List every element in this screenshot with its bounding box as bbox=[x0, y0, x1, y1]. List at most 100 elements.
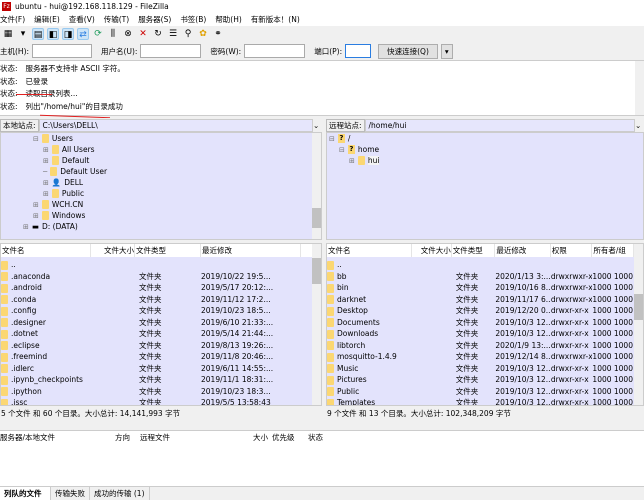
queue-header[interactable]: 优先级 bbox=[268, 431, 304, 444]
remote-list-scrollbar[interactable] bbox=[634, 244, 643, 405]
column-header[interactable]: 文件大小 bbox=[91, 244, 135, 257]
tree-node[interactable]: WCH.CN bbox=[52, 200, 83, 209]
cancel-icon[interactable]: ⊗ bbox=[122, 28, 134, 40]
column-header[interactable]: 文件类型 bbox=[135, 244, 201, 257]
file-row[interactable]: darknet 文件夹 2019/11/17 6... drwxrwxr-x 1000 … bbox=[327, 294, 634, 306]
tree-node[interactable]: Default bbox=[62, 156, 89, 165]
file-row[interactable]: bin 文件夹 2019/10/16 8... drwxrwxr-x 1000 1000 bbox=[327, 282, 634, 294]
compare-icon[interactable]: ⚲ bbox=[182, 28, 194, 40]
sync-browse-icon[interactable]: ✿ bbox=[197, 28, 209, 40]
file-row[interactable]: .ipython 文件夹 2019/10/23 18:3... bbox=[1, 386, 312, 398]
file-row[interactable]: .dotnet 文件夹 2019/5/14 21:44:... bbox=[1, 328, 312, 340]
local-tree-scrollbar[interactable] bbox=[312, 133, 321, 239]
file-row[interactable]: .idlerc 文件夹 2019/6/11 14:55:... bbox=[1, 363, 312, 375]
file-row[interactable]: Downloads 文件夹 2019/10/3 12... drwxr-xr-x 100… bbox=[327, 328, 634, 340]
local-list-scrollbar[interactable] bbox=[312, 244, 321, 405]
file-row[interactable]: .anaconda 文件夹 2019/10/22 19:5... bbox=[1, 271, 312, 283]
quickconnect-dropdown-icon[interactable]: ▾ bbox=[440, 43, 453, 59]
tree-node[interactable]: DELL bbox=[64, 178, 83, 187]
file-row[interactable]: .ipynb_checkpoints 文件夹 2019/11/1 18:31:... bbox=[1, 374, 312, 386]
cell: .anaconda bbox=[1, 271, 91, 283]
chevron-down-icon[interactable]: ⌄ bbox=[313, 121, 322, 130]
queue-header[interactable]: 方向 bbox=[100, 431, 130, 444]
password-input[interactable] bbox=[244, 44, 306, 58]
column-header[interactable]: 所有者/组 bbox=[592, 244, 634, 257]
file-row[interactable]: libtorch 文件夹 2020/1/9 13:... drwxr-xr-x 1000… bbox=[327, 340, 634, 352]
chevron-down-icon[interactable]: ⌄ bbox=[635, 121, 644, 130]
remote-path-input[interactable]: /home/hui bbox=[364, 118, 635, 132]
toggle-queue-icon[interactable]: ⇄ bbox=[77, 28, 89, 40]
tab-successful-transfers[interactable]: 成功的传输 (1) bbox=[90, 487, 150, 500]
menu-new-version[interactable]: 有新版本！(N) bbox=[251, 14, 300, 25]
file-row[interactable]: Public 文件夹 2019/10/3 12... drwxr-xr-x 1000 1… bbox=[327, 386, 634, 398]
refresh-icon[interactable]: ⟳ bbox=[92, 28, 104, 40]
cell: drwxrwxr-x bbox=[550, 352, 593, 361]
tree-node[interactable]: hui bbox=[367, 156, 380, 165]
menu-view[interactable]: 查看(V) bbox=[69, 14, 95, 25]
tree-node[interactable]: Default User bbox=[60, 167, 107, 176]
log-scrollbar[interactable] bbox=[635, 61, 644, 115]
tree-node[interactable]: / bbox=[348, 134, 351, 143]
host-input[interactable] bbox=[32, 44, 93, 58]
file-row[interactable]: Templates 文件夹 2019/10/3 12... drwxr-xr-x 100… bbox=[327, 397, 634, 405]
dropdown-icon[interactable]: ▾ bbox=[17, 28, 29, 40]
tree-node[interactable]: Public bbox=[62, 189, 84, 198]
file-row[interactable]: .. bbox=[1, 259, 312, 271]
file-row[interactable]: Documents 文件夹 2019/10/3 12... drwxr-xr-x 100… bbox=[327, 317, 634, 329]
file-row[interactable]: .jssc 文件夹 2019/5/5 13:58:43 bbox=[1, 397, 312, 405]
menu-help[interactable]: 帮助(H) bbox=[215, 14, 242, 25]
file-row[interactable]: Desktop 文件夹 2019/12/20 0... drwxr-xr-x 1000 … bbox=[327, 305, 634, 317]
menu-bookmarks[interactable]: 书签(B) bbox=[180, 14, 206, 25]
reconnect-icon[interactable]: ↻ bbox=[152, 28, 164, 40]
column-header[interactable]: 文件类型 bbox=[452, 244, 496, 257]
column-header[interactable]: 最近修改 bbox=[201, 244, 301, 257]
tree-node[interactable]: D: (DATA) bbox=[42, 222, 78, 231]
process-queue-icon[interactable]: ⫼ bbox=[107, 28, 119, 40]
file-row[interactable]: .designer 文件夹 2019/6/10 21:33:... bbox=[1, 317, 312, 329]
queue-header[interactable]: 服务器/本地文件 bbox=[0, 431, 100, 444]
remote-site-bar: 远程站点:/home/hui ⌄ bbox=[326, 118, 644, 132]
column-header[interactable]: 文件大小 bbox=[412, 244, 452, 257]
file-row[interactable]: .android 文件夹 2019/5/17 20:12:... bbox=[1, 282, 312, 294]
tab-failed-transfers[interactable]: 传输失败 bbox=[51, 487, 90, 500]
file-row[interactable]: Pictures 文件夹 2019/10/3 12... drwxr-xr-x 1000… bbox=[327, 374, 634, 386]
column-header[interactable]: 最近修改 bbox=[495, 244, 551, 257]
disconnect-icon[interactable]: ✕ bbox=[137, 28, 149, 40]
log-line: 状态: 已登录 bbox=[0, 76, 49, 86]
queue-header[interactable]: 大小 bbox=[230, 431, 268, 444]
search-icon[interactable]: ⚭ bbox=[212, 28, 224, 40]
tree-node[interactable]: Windows bbox=[52, 211, 85, 220]
queue-header[interactable]: 远程文件 bbox=[130, 431, 230, 444]
file-row[interactable]: .config 文件夹 2019/10/23 18:5... bbox=[1, 305, 312, 317]
file-row[interactable]: Music 文件夹 2019/10/3 12... drwxr-xr-x 1000 10… bbox=[327, 363, 634, 375]
quickconnect-button[interactable]: 快速连接(Q) bbox=[378, 43, 438, 59]
menu-edit[interactable]: 编辑(E) bbox=[34, 14, 60, 25]
column-header[interactable]: 文件名 bbox=[327, 244, 413, 257]
file-row[interactable]: bb 文件夹 2020/1/13 3:... drwxrwxr-x 1000 1000 bbox=[327, 271, 634, 283]
username-input[interactable] bbox=[140, 44, 202, 58]
file-row[interactable]: .conda 文件夹 2019/11/12 17:2... bbox=[1, 294, 312, 306]
menu-transfer[interactable]: 传输(T) bbox=[104, 14, 129, 25]
cell bbox=[412, 259, 452, 271]
toggle-remote-tree-icon[interactable]: ◨ bbox=[62, 28, 74, 40]
file-row[interactable]: .freemind 文件夹 2019/11/8 20:46:... bbox=[1, 351, 312, 363]
tree-node[interactable]: home bbox=[358, 145, 379, 154]
file-row[interactable]: mosquitto-1.4.9 文件夹 2019/12/14 8... drwxrwx… bbox=[327, 351, 634, 363]
file-row[interactable]: .. bbox=[327, 259, 634, 271]
tab-queued-files[interactable]: 列队的文件 bbox=[0, 487, 51, 500]
port-input[interactable] bbox=[345, 44, 372, 58]
file-row[interactable]: .eclipse 文件夹 2019/8/13 19:26:... bbox=[1, 340, 312, 352]
tree-node[interactable]: All Users bbox=[62, 145, 95, 154]
column-header[interactable]: 文件名 bbox=[1, 244, 91, 257]
menu-file[interactable]: 文件(F) bbox=[0, 14, 25, 25]
toggle-log-icon[interactable]: ▤ bbox=[32, 28, 44, 40]
local-path-input[interactable]: C:\Users\DELL\ bbox=[38, 118, 313, 132]
tree-node[interactable]: Users bbox=[52, 134, 73, 143]
toggle-local-tree-icon[interactable]: ◧ bbox=[47, 28, 59, 40]
filter-icon[interactable]: ☰ bbox=[167, 28, 179, 40]
menu-server[interactable]: 服务器(S) bbox=[138, 14, 171, 25]
column-header[interactable]: 权限 bbox=[551, 244, 593, 257]
folder-icon bbox=[327, 260, 334, 270]
site-manager-icon[interactable]: ▦ bbox=[2, 28, 14, 40]
queue-header[interactable]: 状态 bbox=[304, 431, 334, 444]
